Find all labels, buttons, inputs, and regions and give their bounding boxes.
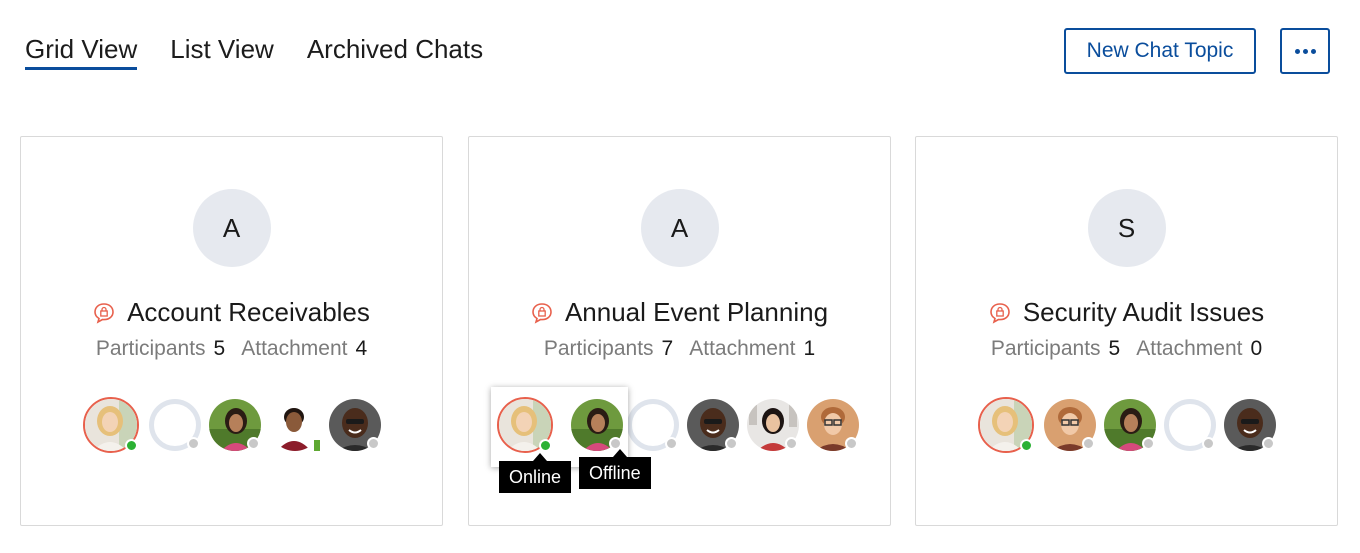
more-options-button[interactable] [1280, 28, 1330, 74]
chat-topic-card[interactable]: A Annual Event Planning Participants 7 A… [468, 136, 891, 526]
participants-count: 7 [661, 337, 674, 360]
card-meta: Participants 5 Attachment 0 [916, 337, 1337, 361]
participants-label: Participants [990, 337, 1101, 360]
card-title[interactable]: Annual Event Planning [565, 297, 828, 328]
hover-popover [491, 387, 628, 467]
offline-status-icon [1202, 437, 1215, 450]
offline-status-icon [785, 437, 798, 450]
private-chat-icon [94, 302, 114, 324]
topic-initial-avatar: S [1087, 189, 1166, 267]
card-title-row: Account Receivables [21, 297, 442, 328]
offline-status-icon [247, 437, 260, 450]
participants-label: Participants [95, 337, 206, 360]
online-tooltip: Online [499, 453, 572, 493]
private-chat-icon [532, 302, 552, 324]
participant-avatars [21, 397, 442, 455]
attachment-label: Attachment [689, 337, 796, 360]
tab-archived-chats[interactable]: Archived Chats [307, 32, 483, 68]
participants-count: 5 [1108, 337, 1121, 360]
offline-status-icon [845, 437, 858, 450]
offline-status-icon [1262, 437, 1275, 450]
participant-avatar[interactable] [497, 397, 553, 453]
participant-avatar[interactable] [1224, 399, 1276, 451]
participant-avatars [916, 397, 1337, 455]
online-status-icon [125, 439, 138, 452]
chat-topic-card[interactable]: S Security Audit Issues Participants 5 A… [915, 136, 1338, 526]
offline-status-icon [187, 437, 200, 450]
view-tabs: Grid View List View Archived Chats [25, 32, 483, 70]
participant-avatar[interactable] [269, 399, 322, 453]
offline-status-icon [1082, 437, 1095, 450]
attachment-count: 0 [1250, 337, 1263, 360]
attachment-count: 4 [355, 337, 368, 360]
participants-label: Participants [543, 337, 654, 360]
more-horizontal-icon [1294, 48, 1316, 54]
tab-list-view[interactable]: List View [170, 32, 274, 68]
participant-avatar[interactable] [747, 399, 799, 451]
participant-avatar[interactable] [149, 399, 201, 451]
offline-status-icon [725, 437, 738, 450]
card-meta: Participants 7 Attachment 1 [469, 337, 890, 361]
participant-avatar[interactable] [329, 399, 381, 451]
participant-avatar[interactable] [687, 399, 739, 451]
participant-avatar[interactable] [209, 399, 261, 451]
participant-avatar[interactable] [571, 399, 623, 451]
participant-avatar[interactable] [83, 397, 139, 453]
card-title-row: Annual Event Planning [469, 297, 890, 328]
offline-status-icon [665, 437, 678, 450]
tab-grid-view[interactable]: Grid View [25, 32, 138, 70]
online-status-icon [539, 439, 552, 452]
attachment-label: Attachment [241, 337, 348, 360]
offline-status-icon [1142, 437, 1155, 450]
participant-avatar[interactable] [1104, 399, 1156, 451]
card-title-row: Security Audit Issues [916, 297, 1337, 328]
topic-initial-avatar: A [192, 189, 271, 267]
private-chat-icon [990, 302, 1010, 324]
chat-topic-card[interactable]: A Account Receivables Participants 5 Att… [20, 136, 443, 526]
online-status-icon [1020, 439, 1033, 452]
card-meta: Participants 5 Attachment 4 [21, 337, 442, 361]
new-chat-topic-button[interactable]: New Chat Topic [1064, 28, 1256, 74]
participant-avatar[interactable] [978, 397, 1034, 453]
mobile-status-icon [312, 438, 322, 453]
participant-avatar[interactable] [1044, 399, 1096, 451]
participant-avatars: Online Offline [469, 387, 890, 493]
attachment-label: Attachment [1136, 337, 1243, 360]
offline-status-icon [367, 437, 380, 450]
card-title[interactable]: Security Audit Issues [1023, 297, 1264, 328]
participant-avatar[interactable] [1164, 399, 1216, 451]
participants-count: 5 [213, 337, 226, 360]
attachment-count: 1 [803, 337, 816, 360]
card-title[interactable]: Account Receivables [127, 297, 370, 328]
offline-tooltip: Offline [579, 449, 651, 489]
participant-avatar[interactable] [627, 399, 679, 451]
topic-initial-avatar: A [640, 189, 719, 267]
participant-avatar[interactable] [807, 399, 859, 451]
